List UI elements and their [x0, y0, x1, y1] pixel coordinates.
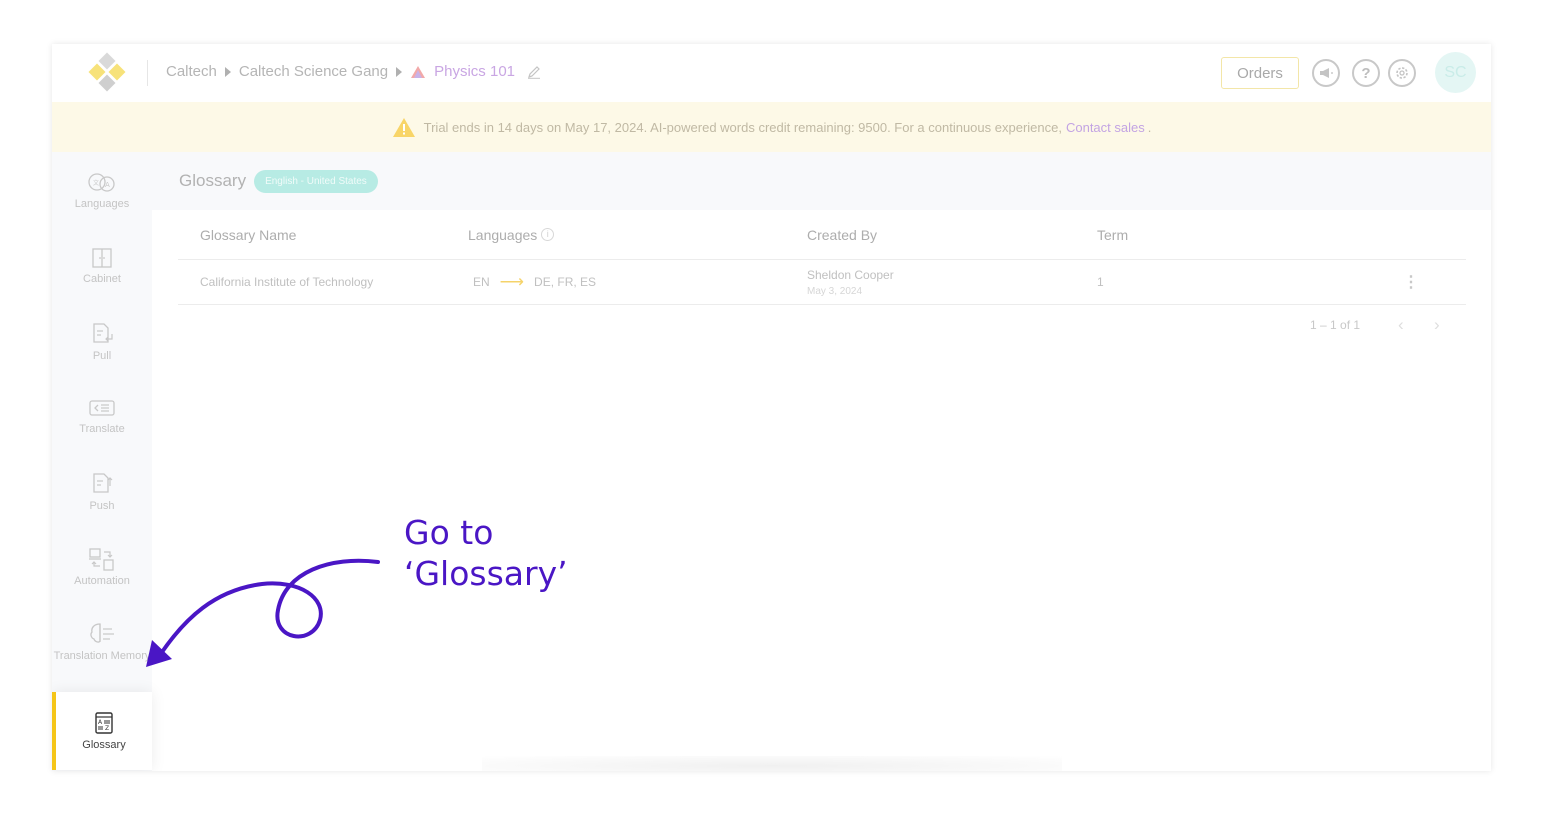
locale-badge: English - United States [254, 169, 378, 193]
warning-icon [392, 117, 415, 137]
sidebar-item-glossary[interactable]: A Z Glossary [52, 692, 152, 770]
breadcrumb: Caltech Caltech Science Gang Physics 101 [166, 63, 541, 80]
sidebar-item-translation-memory[interactable]: Translation Memory [52, 622, 152, 663]
source-language: EN [473, 275, 490, 289]
column-header-languages-label: Languages [468, 226, 538, 243]
banner-tail: . [1147, 119, 1152, 135]
contact-sales-link[interactable]: Contact sales [1066, 120, 1145, 135]
sidebar-item-label: Pull [92, 350, 112, 362]
sidebar-item-cabinet[interactable]: Cabinet [52, 247, 152, 286]
sidebar-item-label: Automation [74, 575, 130, 587]
created-by-cell: Sheldon Cooper May 3, 2024 [807, 260, 894, 304]
annotation-callout: Go to ‘Glossary’ [404, 512, 568, 594]
info-icon[interactable]: i [541, 228, 555, 241]
arrow-right-icon: ⟶ [499, 272, 525, 291]
more-options-icon[interactable]: ⋮ [1403, 260, 1419, 304]
table-row[interactable]: California Institute of Technology EN ⟶ … [178, 260, 1466, 305]
languages-cell: EN ⟶ DE, FR, ES [473, 260, 596, 304]
sidebar-item-label: Glossary [82, 738, 126, 751]
table-header-row: Glossary Name Languages i Created By Ter… [178, 210, 1466, 260]
previous-page-icon[interactable]: ‹ [1398, 315, 1404, 335]
sidebar-item-label: Push [89, 500, 115, 512]
project-icon [411, 65, 426, 78]
column-header-created-by[interactable]: Created By [807, 210, 877, 259]
annotation-line-2: ‘Glossary’ [404, 554, 568, 593]
creator-name: Sheldon Cooper [807, 267, 894, 282]
user-avatar[interactable]: SC [1435, 52, 1476, 93]
app-window: Caltech Caltech Science Gang Physics 101… [52, 44, 1491, 771]
translate-icon [89, 400, 115, 416]
top-header: Caltech Caltech Science Gang Physics 101… [52, 44, 1491, 102]
sidebar: 文 A Languages Cabinet Pull Translate Pus… [52, 152, 152, 771]
term-count-cell: 1 [1097, 275, 1104, 289]
trial-banner: Trial ends in 14 days on May 17, 2024. A… [52, 102, 1491, 152]
push-icon [93, 473, 113, 493]
target-languages: DE, FR, ES [534, 275, 597, 289]
banner-text: Trial ends in 14 days on May 17, 2024. A… [423, 119, 1062, 135]
svg-text:A: A [105, 181, 110, 189]
column-header-languages[interactable]: Languages i [468, 210, 555, 259]
decorative-shadow [482, 756, 1062, 771]
next-page-icon[interactable]: › [1434, 315, 1440, 335]
column-header-name[interactable]: Glossary Name [200, 210, 296, 259]
orders-button[interactable]: Orders [1221, 57, 1299, 89]
automation-icon [89, 548, 114, 571]
glossary-name-cell[interactable]: California Institute of Technology [200, 260, 373, 304]
glossary-table: Glossary Name Languages i Created By Ter… [178, 210, 1466, 305]
breadcrumb-separator-icon [396, 66, 403, 77]
svg-text:Z: Z [105, 725, 109, 732]
created-date: May 3, 2024 [807, 285, 863, 297]
sidebar-item-translate[interactable]: Translate [52, 397, 152, 436]
sidebar-item-label: Languages [74, 198, 130, 210]
column-header-term[interactable]: Term [1097, 210, 1128, 259]
annotation-line-1: Go to [404, 513, 494, 552]
pagination-range: 1 – 1 of 1 [1310, 318, 1361, 332]
edit-pencil-icon[interactable] [527, 65, 541, 79]
sidebar-item-automation[interactable]: Automation [52, 547, 152, 588]
app-logo-icon[interactable] [86, 52, 128, 94]
breadcrumb-org[interactable]: Caltech [166, 63, 217, 80]
sidebar-item-label: Translation Memory [53, 650, 151, 662]
page-title: Glossary [179, 171, 247, 190]
glossary-icon: A Z [95, 711, 113, 734]
cabinet-icon [92, 248, 112, 268]
breadcrumb-team[interactable]: Caltech Science Gang [239, 63, 388, 80]
languages-icon: 文 A [88, 173, 115, 192]
sidebar-item-languages[interactable]: 文 A Languages [52, 172, 152, 211]
sidebar-item-label: Cabinet [83, 273, 121, 285]
announcements-icon[interactable] [1312, 59, 1340, 87]
svg-text:A: A [98, 719, 103, 726]
help-icon[interactable]: ? [1352, 59, 1380, 87]
sidebar-item-label: Translate [79, 423, 125, 435]
header-divider [147, 60, 148, 86]
settings-gear-icon[interactable] [1388, 59, 1416, 87]
svg-text:文: 文 [93, 179, 99, 187]
breadcrumb-separator-icon [224, 66, 231, 77]
translation-memory-icon [90, 623, 114, 643]
page-header: Glossary English - United States [152, 152, 1491, 210]
sidebar-item-push[interactable]: Push [52, 472, 152, 513]
breadcrumb-project[interactable]: Physics 101 [434, 63, 515, 80]
pull-icon [93, 323, 113, 343]
sidebar-item-pull[interactable]: Pull [52, 322, 152, 363]
